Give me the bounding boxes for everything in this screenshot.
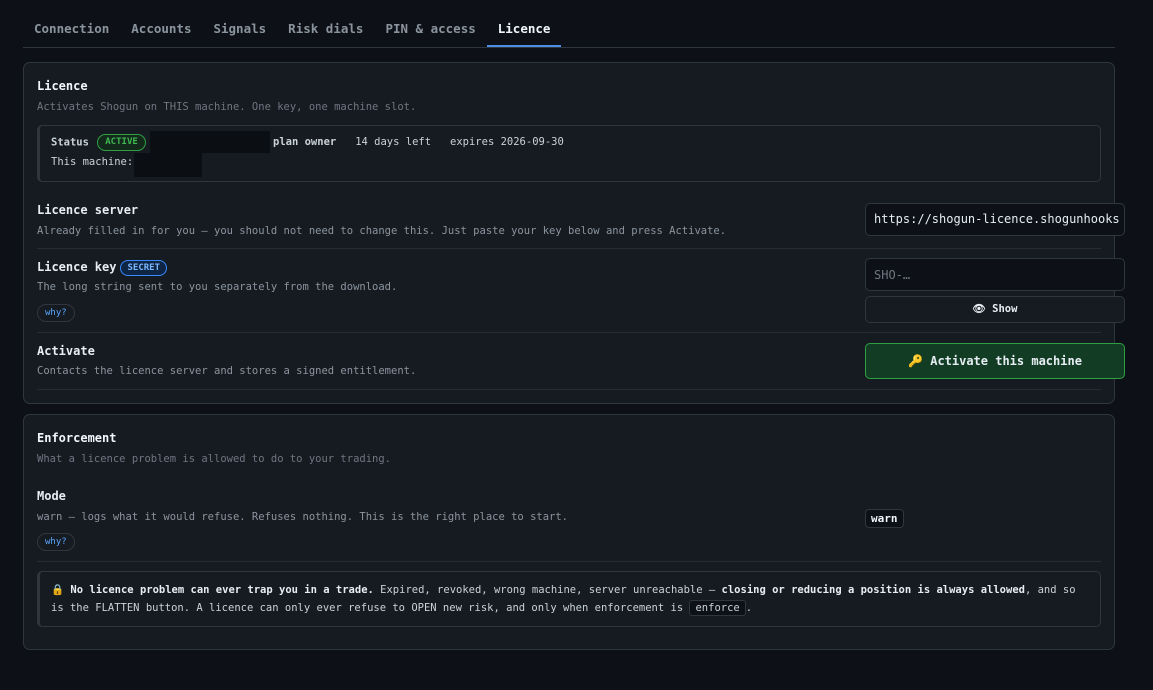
note-text-1: Expired, revoked, wrong machine, server … — [373, 584, 722, 596]
enforcement-card: Enforcement What a licence problem is al… — [23, 414, 1115, 650]
activate-desc: Contacts the licence server and stores a… — [37, 365, 417, 377]
show-key-button[interactable]: 👁 Show — [865, 296, 1125, 323]
licence-key-input[interactable] — [865, 258, 1125, 291]
secret-badge: SECRET — [120, 260, 167, 276]
lock-icon: 🔒 — [51, 584, 65, 596]
licence-card: Licence Activates Shogun on THIS machine… — [23, 62, 1125, 404]
licence-status-box: Status ACTIVE plan owner 14 days left ex… — [37, 125, 1101, 182]
enforce-code: enforce — [689, 600, 746, 616]
licence-subtitle: Activates Shogun on THIS machine. One ke… — [37, 101, 417, 113]
days-left: 14 days left — [355, 136, 432, 148]
enforcement-note: 🔒 No licence problem can ever trap you i… — [37, 571, 1101, 627]
mode-title: Mode — [37, 489, 66, 503]
licence-key-why-button[interactable]: why? — [37, 304, 75, 322]
note-bold-1: No licence problem can ever trap you in … — [70, 584, 374, 596]
tab-signals[interactable]: Signals — [202, 10, 277, 47]
licence-server-desc: Already filled in for you — you should n… — [37, 225, 727, 237]
mode-why-button[interactable]: why? — [37, 533, 75, 551]
tab-pin-access[interactable]: PIN & access — [374, 10, 486, 47]
status-label: Status — [51, 136, 89, 149]
redacted-owner — [150, 131, 270, 153]
machine-label: This machine: — [51, 156, 134, 168]
status-details: plan owner 14 days left expires 2026-09-… — [273, 136, 564, 148]
mode-value[interactable]: warn — [865, 509, 904, 528]
tab-accounts[interactable]: Accounts — [120, 10, 202, 47]
enforcement-title: Enforcement — [37, 431, 117, 445]
licence-server-title: Licence server — [37, 203, 139, 217]
licence-key-desc: The long string sent to you separately f… — [37, 281, 398, 293]
status-line: Status ACTIVE — [51, 134, 146, 151]
tab-connection[interactable]: Connection — [23, 10, 120, 47]
redacted-machine-id — [134, 153, 202, 177]
note-text-3: . — [745, 602, 753, 614]
expiry-date: expires 2026-09-30 — [450, 136, 564, 148]
activate-title: Activate — [37, 344, 95, 358]
mode-desc: warn — logs what it would refuse. Refuse… — [37, 511, 569, 523]
activate-machine-button[interactable]: 🔑 Activate this machine — [865, 343, 1125, 379]
settings-tabs: Connection Accounts Signals Risk dials P… — [23, 10, 1115, 48]
licence-key-title: Licence key SECRET — [37, 260, 167, 276]
tab-licence[interactable]: Licence — [486, 10, 562, 47]
note-bold-2: closing or reducing a position is always… — [721, 584, 1025, 596]
mode-row: Mode warn — logs what it would refuse. R… — [37, 477, 1101, 562]
licence-server-input[interactable]: https://shogun-licence.shogunhooks — [865, 203, 1125, 236]
enforcement-subtitle: What a licence problem is allowed to do … — [37, 453, 392, 465]
plan-label: plan owner — [273, 136, 337, 148]
licence-title: Licence — [37, 79, 88, 93]
licence-key-label: Licence key — [37, 260, 117, 274]
status-badge: ACTIVE — [97, 134, 146, 151]
tab-risk-dials[interactable]: Risk dials — [277, 10, 374, 47]
